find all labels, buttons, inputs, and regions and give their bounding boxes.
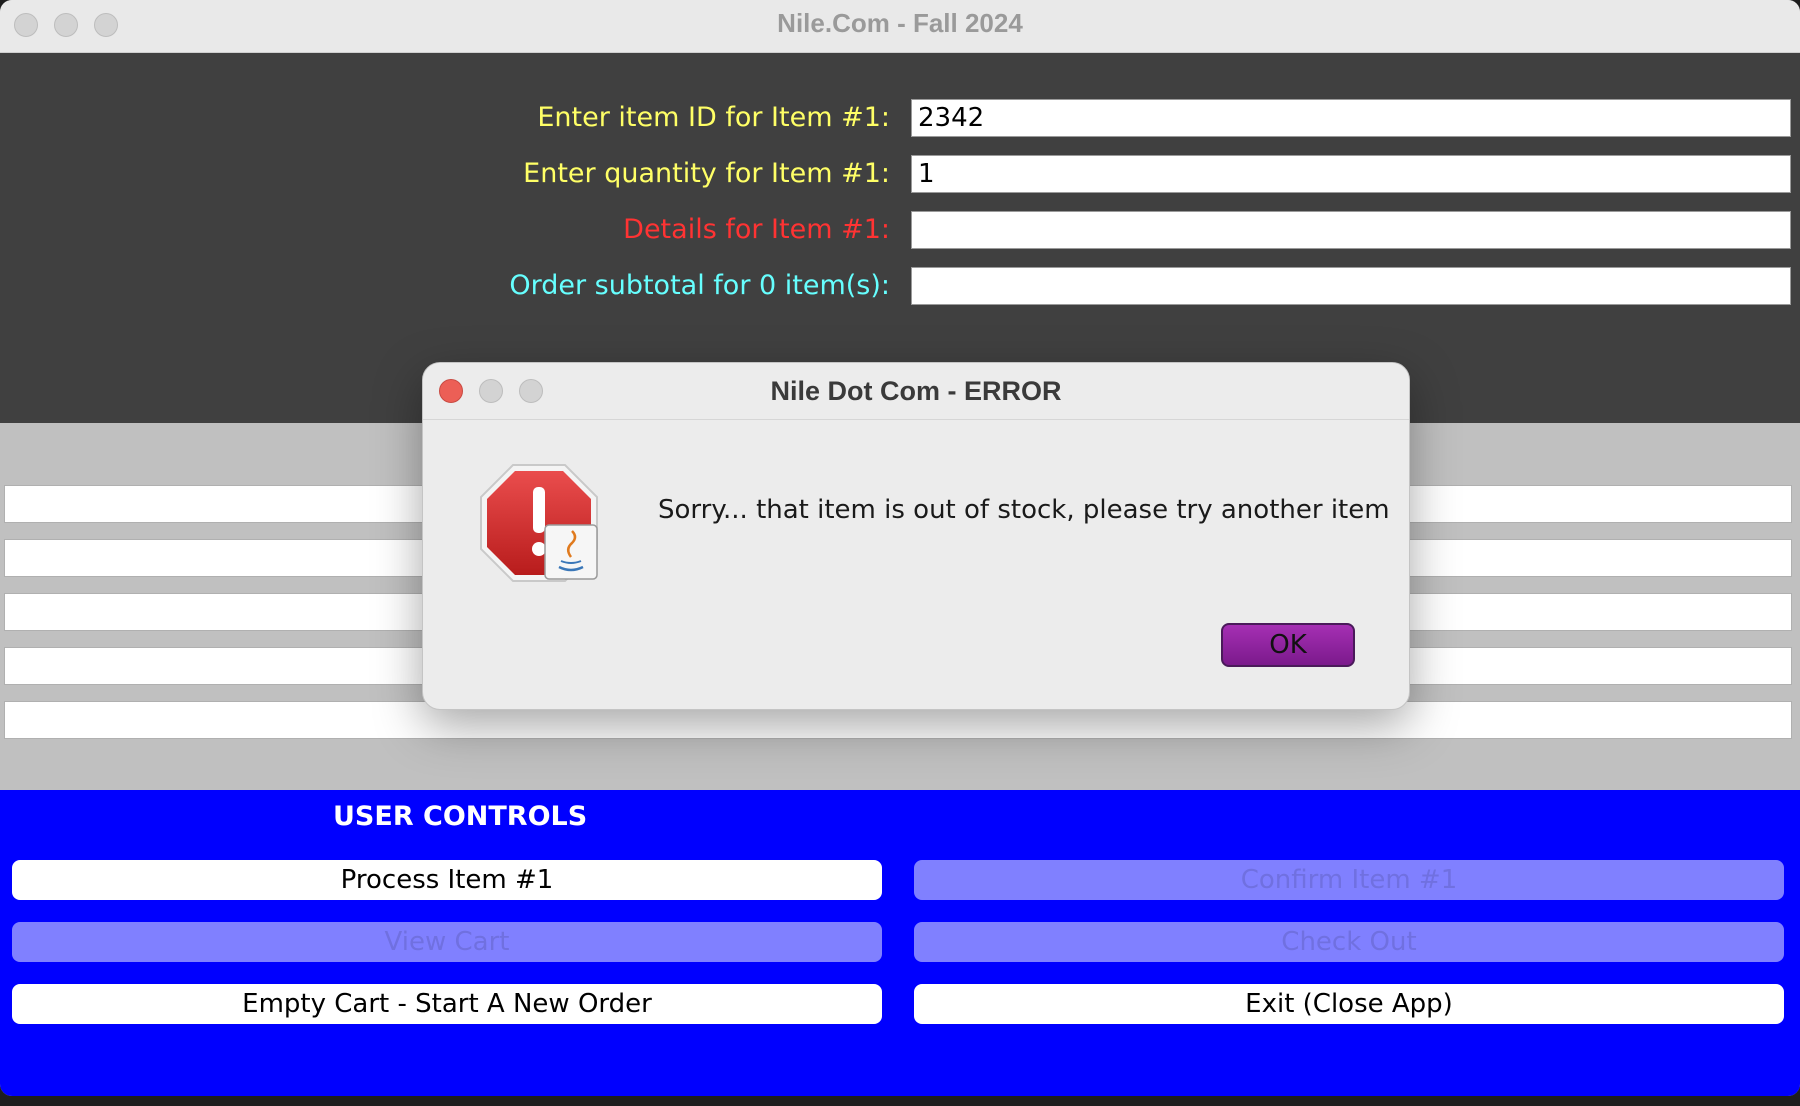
details-label: Details for Item #1: (623, 214, 890, 245)
item-id-input[interactable] (911, 99, 1791, 137)
dialog-message: Sorry... that item is out of stock, plea… (658, 495, 1390, 525)
check-out-button[interactable]: Check Out (914, 922, 1784, 962)
item-id-label: Enter item ID for Item #1: (537, 102, 890, 133)
ok-button[interactable]: OK (1221, 623, 1355, 667)
process-item-button[interactable]: Process Item #1 (12, 860, 882, 900)
window-title: Nile.Com - Fall 2024 (777, 8, 1023, 38)
dialog-titlebar: Nile Dot Com - ERROR (423, 363, 1409, 420)
error-stop-icon (479, 463, 599, 583)
user-controls-title: USER CONTROLS (333, 801, 588, 832)
details-row: Details for Item #1: (0, 211, 1800, 249)
error-dialog: Nile Dot Com - ERROR Sorry... that item … (422, 362, 1410, 710)
empty-cart-button[interactable]: Empty Cart - Start A New Order (12, 984, 882, 1024)
quantity-row: Enter quantity for Item #1: (0, 155, 1800, 193)
user-controls-panel: USER CONTROLS Process Item #1 Confirm It… (0, 790, 1800, 1096)
view-cart-button[interactable]: View Cart (12, 922, 882, 962)
window-titlebar: Nile.Com - Fall 2024 (0, 0, 1800, 53)
subtotal-row: Order subtotal for 0 item(s): (0, 267, 1800, 305)
desktop-background (0, 1096, 1800, 1106)
quantity-label: Enter quantity for Item #1: (523, 158, 890, 189)
item-id-row: Enter item ID for Item #1: (0, 99, 1800, 137)
subtotal-label: Order subtotal for 0 item(s): (509, 270, 890, 301)
exit-button[interactable]: Exit (Close App) (914, 984, 1784, 1024)
quantity-input[interactable] (911, 155, 1791, 193)
details-field[interactable] (911, 211, 1791, 249)
subtotal-field[interactable] (911, 267, 1791, 305)
main-window: Nile.Com - Fall 2024 Enter item ID for I… (0, 0, 1800, 1096)
confirm-item-button[interactable]: Confirm Item #1 (914, 860, 1784, 900)
dialog-title: Nile Dot Com - ERROR (770, 376, 1062, 406)
